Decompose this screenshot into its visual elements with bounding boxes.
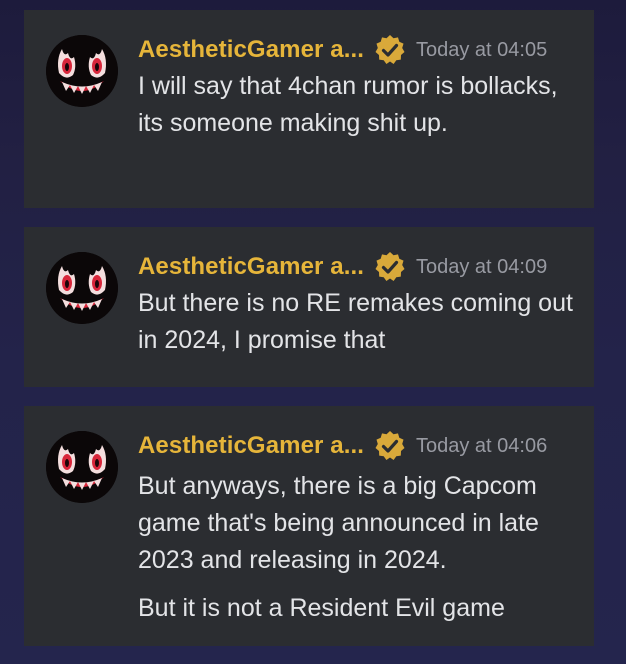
verified-check-badge-icon <box>374 251 406 283</box>
author-name[interactable]: AestheticGamer a... <box>138 432 364 460</box>
demon-face-avatar-icon <box>46 252 118 324</box>
message-text: But there is no RE remakes coming out in… <box>138 289 573 354</box>
user-avatar[interactable] <box>46 431 118 503</box>
message-text: But anyways, there is a big Capcom game … <box>138 472 539 574</box>
message-text: But it is not a Resident Evil game <box>138 594 505 622</box>
demon-face-avatar-icon <box>46 35 118 107</box>
message-card: AestheticGamer a... Today at 04:05 I wil… <box>24 10 594 208</box>
author-name[interactable]: AestheticGamer a... <box>138 253 364 281</box>
verified-check-badge-icon <box>374 34 406 66</box>
message-header: AestheticGamer a... Today at 04:05 <box>138 34 578 66</box>
message-timestamp: Today at 04:05 <box>416 38 548 61</box>
verified-check-badge-icon <box>374 430 406 462</box>
message-card: AestheticGamer a... Today at 04:06 But a… <box>24 406 594 646</box>
user-avatar[interactable] <box>46 252 118 324</box>
message-text: I will say that 4chan rumor is bollacks,… <box>138 72 558 137</box>
author-name[interactable]: AestheticGamer a... <box>138 36 364 64</box>
message-header: AestheticGamer a... Today at 04:06 <box>138 430 578 462</box>
message-timestamp: Today at 04:06 <box>416 434 548 457</box>
message-timestamp: Today at 04:09 <box>416 255 548 278</box>
user-avatar[interactable] <box>46 35 118 107</box>
message-header: AestheticGamer a... Today at 04:09 <box>138 251 578 283</box>
message-card: AestheticGamer a... Today at 04:09 But t… <box>24 227 594 387</box>
demon-face-avatar-icon <box>46 431 118 503</box>
